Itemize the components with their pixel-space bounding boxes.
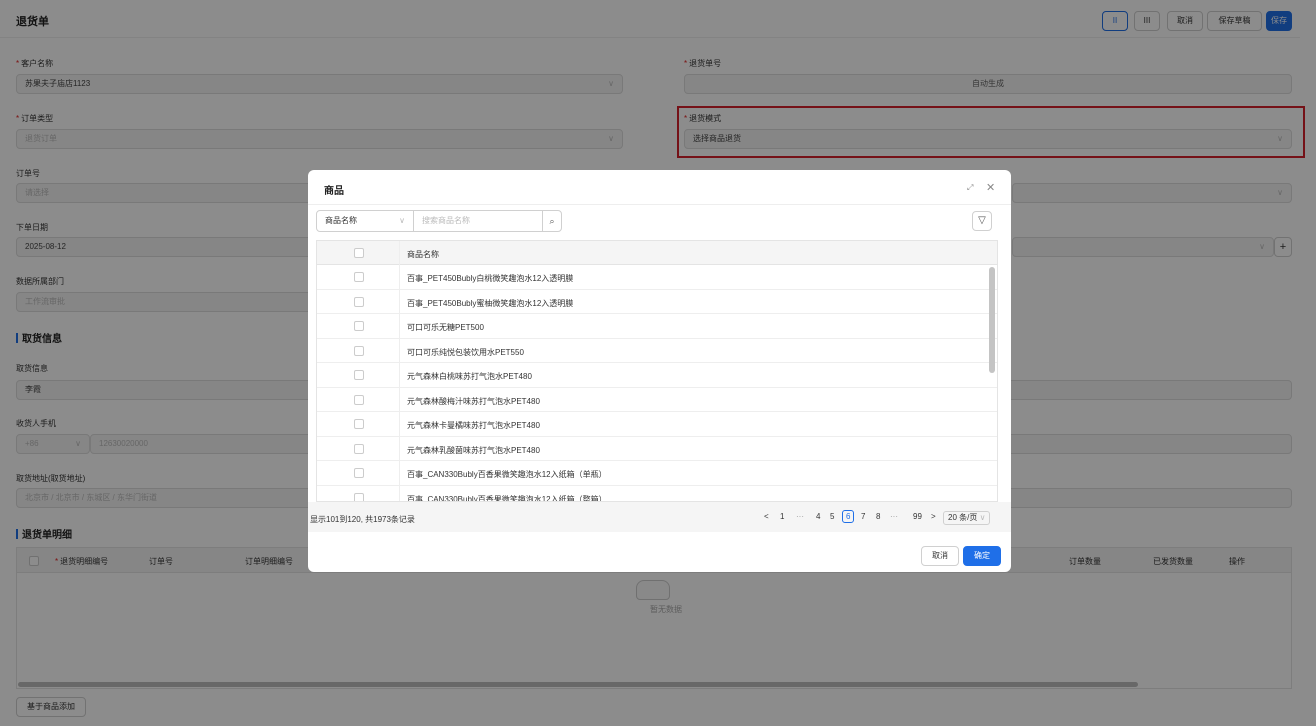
product-modal: 商品 ⤢ ✕ 商品名称 ∨ 搜索商品名称 ⌕ ▽ 商品名称 百事_PET450Bu… bbox=[308, 170, 1011, 572]
search-icon[interactable]: ⌕ bbox=[542, 210, 562, 232]
expand-icon[interactable]: ⤢ bbox=[967, 183, 973, 193]
row-checkbox[interactable] bbox=[354, 468, 364, 478]
table-scrollbar[interactable] bbox=[989, 267, 995, 373]
page-size-select[interactable]: 20 条/页 ∨ bbox=[943, 511, 991, 525]
product-name-cell: 百事_PET450Bubly白桃微笑趣泡水12入透明膜 bbox=[407, 274, 574, 283]
pager-page-8[interactable]: 8 bbox=[876, 512, 880, 521]
row-checkbox[interactable] bbox=[354, 321, 364, 331]
table-row[interactable]: 百事_CAN330Bubly百香果微笑趣泡水12入纸箱（单瓶） bbox=[317, 461, 997, 486]
pager-page-5[interactable]: 5 bbox=[830, 512, 834, 521]
product-name-cell: 元气森林酸梅汁味苏打气泡水PET480 bbox=[407, 396, 540, 406]
modal-cancel-button[interactable]: 取消 bbox=[921, 546, 959, 566]
pager-page-6[interactable]: 6 bbox=[842, 510, 855, 523]
product-name-cell: 元气森林卡曼橘味苏打气泡水PET480 bbox=[407, 421, 540, 430]
table-row[interactable]: 百事_CAN330Bubly百香果微笑趣泡水12入纸箱（整箱） bbox=[317, 486, 997, 502]
table-row[interactable]: 百事_PET450Bubly蜜柚微笑趣泡水12入透明膜 bbox=[317, 290, 997, 314]
table-row[interactable]: 元气森林酸梅汁味苏打气泡水PET480 bbox=[317, 388, 997, 412]
pager-page-4[interactable]: 4 bbox=[816, 512, 820, 521]
chevron-down-icon: ∨ bbox=[979, 513, 986, 522]
pager-page-7[interactable]: 7 bbox=[861, 512, 865, 521]
product-name-cell: 可口可乐无糖PET500 bbox=[407, 323, 484, 332]
modal-title: 商品 bbox=[324, 186, 344, 197]
pager-prev[interactable]: < bbox=[764, 512, 769, 521]
table-row[interactable]: 元气森林卡曼橘味苏打气泡水PET480 bbox=[317, 412, 997, 437]
pager-page-99[interactable]: 99 bbox=[913, 512, 922, 521]
filter-icon[interactable]: ▽ bbox=[972, 211, 992, 231]
product-name-cell: 百事_PET450Bubly蜜柚微笑趣泡水12入透明膜 bbox=[407, 298, 574, 308]
product-name-cell: 百事_CAN330Bubly百香果微笑趣泡水12入纸箱（整箱） bbox=[407, 494, 607, 502]
modal-ok-button[interactable]: 确定 bbox=[963, 546, 1001, 566]
row-checkbox[interactable] bbox=[354, 443, 364, 454]
col-product-name: 商品名称 bbox=[407, 250, 439, 259]
filter-field-select[interactable]: 商品名称 ∨ bbox=[316, 210, 414, 232]
modal-divider bbox=[308, 204, 1011, 205]
chevron-down-icon: ∨ bbox=[399, 216, 405, 225]
modal-pager-bar: 显示101到120, 共1973条记录 bbox=[308, 502, 1011, 532]
table-row[interactable]: 可口可乐无糖PET500 bbox=[317, 314, 997, 339]
pager-page-1[interactable]: 1 bbox=[780, 512, 784, 521]
row-checkbox[interactable] bbox=[354, 492, 364, 501]
table-row[interactable]: 元气森林乳酸菌味苏打气泡水PET480 bbox=[317, 437, 997, 461]
row-checkbox[interactable] bbox=[354, 419, 364, 429]
search-input[interactable]: 搜索商品名称 bbox=[413, 210, 543, 232]
table-row[interactable]: 百事_PET450Bubly白桃微笑趣泡水12入透明膜 bbox=[317, 265, 997, 290]
product-name-cell: 元气森林乳酸菌味苏打气泡水PET480 bbox=[407, 445, 540, 455]
row-checkbox[interactable] bbox=[354, 272, 364, 282]
select-all-checkbox[interactable] bbox=[354, 248, 364, 258]
pager-next[interactable]: > bbox=[931, 512, 936, 521]
row-checkbox[interactable] bbox=[354, 345, 364, 356]
pager-dots[interactable]: ··· bbox=[796, 512, 804, 521]
product-table-header: 商品名称 bbox=[317, 241, 997, 265]
pager-dots-2[interactable]: ··· bbox=[890, 512, 898, 521]
product-name-cell: 可口可乐纯悦包装饮用水PET550 bbox=[407, 347, 524, 357]
record-count: 显示101到120, 共1973条记录 bbox=[310, 515, 415, 524]
product-name-cell: 元气森林白桃味苏打气泡水PET480 bbox=[407, 372, 532, 381]
table-row[interactable]: 可口可乐纯悦包装饮用水PET550 bbox=[317, 339, 997, 363]
row-checkbox[interactable] bbox=[354, 296, 364, 307]
row-checkbox[interactable] bbox=[354, 370, 364, 380]
close-icon[interactable]: ✕ bbox=[986, 181, 995, 194]
row-checkbox[interactable] bbox=[354, 394, 364, 405]
product-table: 商品名称 百事_PET450Bubly白桃微笑趣泡水12入透明膜 百事_PET45… bbox=[316, 240, 998, 502]
product-name-cell: 百事_CAN330Bubly百香果微笑趣泡水12入纸箱（单瓶） bbox=[407, 470, 607, 479]
table-row[interactable]: 元气森林白桃味苏打气泡水PET480 bbox=[317, 363, 997, 388]
